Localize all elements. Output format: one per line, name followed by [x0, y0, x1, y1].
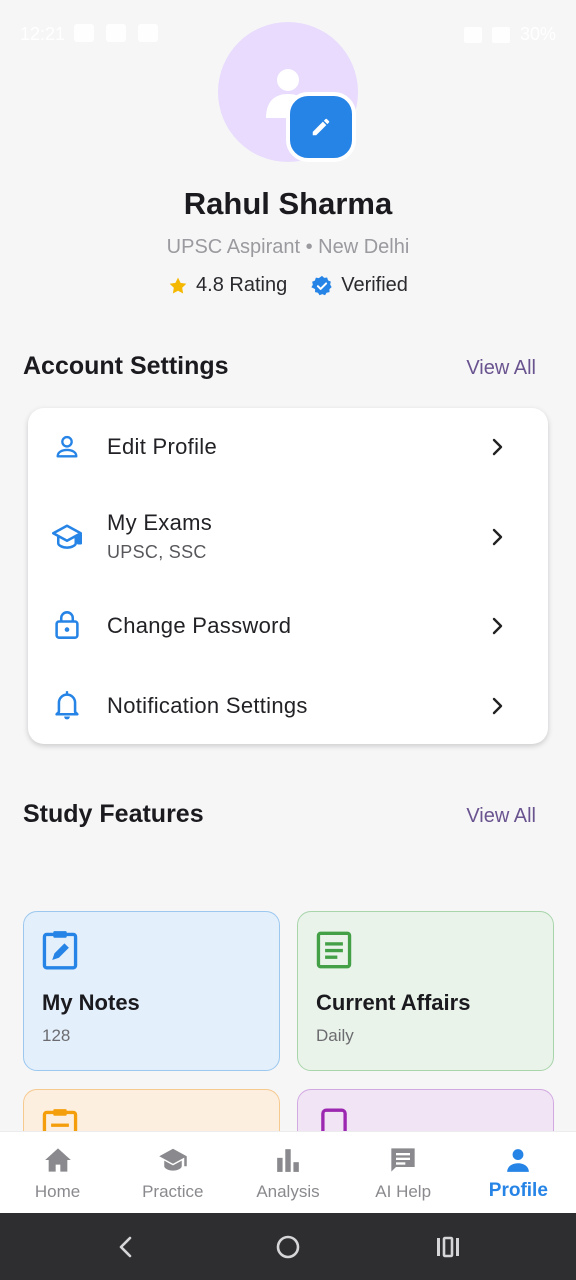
status-time: 12:21 — [20, 24, 66, 44]
battery-level: 30% — [519, 24, 556, 44]
feature-card-subtitle: 128 — [42, 1026, 71, 1045]
settings-item-label: Notification Settings — [107, 693, 308, 718]
settings-item-label: Change Password — [107, 613, 292, 638]
settings-item-notification-settings[interactable]: Notification Settings — [28, 666, 548, 744]
settings-item-sublabel: UPSC, SSC — [107, 542, 207, 562]
person-outline-icon — [52, 432, 82, 462]
verified-text: Verified — [341, 274, 408, 296]
edit-note-icon — [42, 931, 78, 970]
graduation-cap-icon — [158, 1145, 188, 1175]
home-circle-icon[interactable] — [274, 1233, 302, 1261]
person-icon — [503, 1145, 533, 1175]
system-navigation-bar — [0, 1213, 576, 1280]
chevron-right-icon — [492, 438, 503, 456]
settings-item-label: My Exams — [107, 510, 213, 535]
system-status: 30% — [463, 24, 556, 45]
youtube-icon — [74, 24, 94, 42]
mail-icon — [106, 24, 126, 42]
bell-icon — [52, 690, 82, 720]
home-icon — [43, 1145, 73, 1175]
nav-label: Profile — [488, 1180, 548, 1201]
account-settings-card: Edit Profile My Exams UPSC, SSC Change P… — [28, 408, 548, 744]
chevron-right-icon — [492, 697, 503, 715]
pencil-icon — [312, 118, 330, 136]
nav-profile[interactable]: Profile — [461, 1132, 576, 1214]
study-features-title: Study Features — [23, 800, 204, 828]
nav-label: Analysis — [256, 1182, 320, 1201]
settings-item-change-password[interactable]: Change Password — [28, 586, 548, 666]
bottom-navigation: Home Practice Analysis AI Help Profile — [0, 1131, 576, 1213]
notification-icons — [74, 24, 158, 42]
verified-status: Verified — [311, 274, 408, 297]
feature-card-subtitle: Daily — [316, 1026, 354, 1045]
nav-label: AI Help — [375, 1182, 432, 1201]
rating-text: 4.8 Rating — [196, 274, 288, 296]
nav-label: Practice — [142, 1182, 204, 1201]
nav-home[interactable]: Home — [0, 1132, 115, 1214]
signal-icon — [491, 26, 510, 43]
profile-subtitle: UPSC Aspirant • New Delhi — [166, 236, 410, 258]
nav-practice[interactable]: Practice — [115, 1132, 230, 1214]
instagram-icon — [138, 24, 158, 42]
bar-chart-icon — [273, 1145, 303, 1175]
rating: 4.8 Rating — [168, 274, 287, 297]
chat-icon — [388, 1145, 418, 1175]
nav-label: Home — [34, 1182, 81, 1201]
settings-item-edit-profile[interactable]: Edit Profile — [28, 408, 548, 486]
account-settings-view-all-link[interactable]: View All — [466, 357, 536, 380]
nav-analysis[interactable]: Analysis — [230, 1132, 345, 1214]
account-settings-title: Account Settings — [23, 352, 229, 380]
graduation-cap-icon — [52, 522, 82, 552]
profile-meta: 4.8 Rating Verified — [0, 274, 576, 297]
star-icon — [169, 277, 187, 294]
settings-item-my-exams[interactable]: My Exams UPSC, SSC — [28, 486, 548, 586]
profile-name: Rahul Sharma — [183, 186, 393, 221]
chevron-right-icon — [492, 528, 503, 546]
wifi-icon — [463, 26, 482, 43]
article-icon — [316, 931, 352, 969]
feature-card-title: My Notes — [42, 990, 140, 1015]
study-features-view-all-link[interactable]: View All — [466, 805, 536, 828]
edit-avatar-button[interactable] — [286, 92, 356, 162]
recents-icon[interactable] — [434, 1233, 462, 1261]
back-icon[interactable] — [112, 1233, 140, 1261]
settings-item-label: Edit Profile — [107, 434, 217, 459]
chevron-right-icon — [492, 617, 503, 635]
nav-ai-help[interactable]: AI Help — [346, 1132, 461, 1214]
lock-icon — [52, 610, 82, 640]
verified-badge-icon — [311, 275, 332, 295]
feature-card-my-notes[interactable]: My Notes 128 — [23, 911, 280, 1071]
feature-card-title: Current Affairs — [316, 990, 471, 1015]
feature-card-current-affairs[interactable]: Current Affairs Daily — [297, 911, 554, 1071]
